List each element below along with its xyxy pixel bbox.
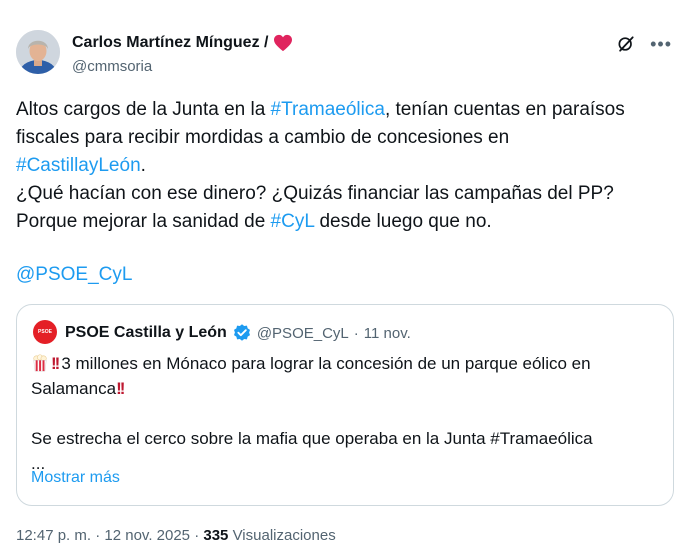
quoted-line-1: !! 3 millones en Mónaco para lograr la co… xyxy=(31,351,661,376)
author-name[interactable]: Carlos Martínez Mínguez / xyxy=(72,34,293,52)
quoted-ellipsis: ... xyxy=(31,454,46,473)
quoted-date[interactable]: 11 nov. xyxy=(364,325,411,342)
quoted-text: Salamanca xyxy=(31,379,117,398)
hashtag-castillayleon[interactable]: #CastillayLeón xyxy=(16,155,141,176)
tweet-text: Altos cargos de la Junta en la xyxy=(16,99,271,120)
tweet-line-2: fiscales para recibir mordidas a cambio … xyxy=(16,127,510,148)
meta-separator: · xyxy=(91,527,105,544)
quoted-separator: · xyxy=(353,324,359,342)
quoted-text: 3 millones en Mónaco para lograr la conc… xyxy=(61,354,591,373)
tweet-line-3: #CastillayLeón. xyxy=(16,152,676,180)
tweet-top-actions: ••• xyxy=(616,34,672,54)
quoted-handle[interactable]: @PSOE_CyL xyxy=(257,325,349,342)
more-icon[interactable]: ••• xyxy=(650,34,672,54)
hashtag-tramaeolica[interactable]: #Tramaeólica xyxy=(271,99,385,120)
quoted-avatar[interactable]: PSOE xyxy=(33,320,57,344)
quoted-tweet[interactable]: PSOE PSOE Castilla y León @PSOE_CyL · 11… xyxy=(16,304,674,506)
double-exclamation-icon: !! xyxy=(116,379,125,398)
red-heart-icon xyxy=(274,34,293,52)
show-more-link[interactable]: Mostrar más xyxy=(31,469,120,487)
author-avatar-image xyxy=(16,30,60,74)
meta-separator: · xyxy=(190,527,204,544)
tweet-date[interactable]: 12 nov. 2025 xyxy=(104,527,190,544)
tweet-meta: 12:47 p. m. · 12 nov. 2025 · 335 Visuali… xyxy=(16,527,336,544)
quoted-line-2: Salamanca!! xyxy=(31,376,661,401)
verified-badge-icon xyxy=(233,324,250,341)
tweet-text: . xyxy=(140,155,146,176)
double-exclamation-icon: !! xyxy=(51,354,60,373)
tweet-line-1: Altos cargos de la Junta en la #Tramaeól… xyxy=(16,96,676,124)
tweet-body: Altos cargos de la Junta en la #Tramaeól… xyxy=(16,96,676,236)
author-handle[interactable]: @cmmsoria xyxy=(72,58,152,75)
tweet-text: Porque mejorar la sanidad de xyxy=(16,211,271,232)
grok-icon[interactable] xyxy=(616,34,636,54)
views-label: Visualizaciones xyxy=(228,527,336,544)
author-name-text[interactable]: Carlos Martínez Mínguez / xyxy=(72,34,268,52)
quoted-line-blank xyxy=(31,401,661,426)
tweet-line-4: ¿Qué hacían con ese dinero? ¿Quizás fina… xyxy=(16,183,614,204)
tweet-time[interactable]: 12:47 p. m. xyxy=(16,527,91,544)
quoted-avatar-text: PSOE xyxy=(38,328,52,335)
hashtag-cyl[interactable]: #CyL xyxy=(271,211,315,232)
quoted-line-3: Se estrecha el cerco sobre la mafia que … xyxy=(31,429,593,448)
tweet-text: , tenían cuentas en paraísos xyxy=(384,99,625,120)
tweet-line-5: Porque mejorar la sanidad de #CyL desde … xyxy=(16,208,676,236)
author-avatar[interactable] xyxy=(16,30,60,74)
quoted-body: !! 3 millones en Mónaco para lograr la co… xyxy=(31,351,661,476)
quoted-author-name[interactable]: PSOE Castilla y León xyxy=(65,324,227,342)
tweet[interactable]: Carlos Martínez Mínguez / @cmmsoria ••• … xyxy=(0,0,690,559)
popcorn-icon xyxy=(33,354,47,372)
quoted-header: PSOE Castilla y León @PSOE_CyL · 11 nov. xyxy=(65,323,411,343)
views-count: 335 xyxy=(203,527,229,544)
tweet-text: desde luego que no. xyxy=(314,211,492,232)
mention-psoe-cyl[interactable]: @PSOE_CyL xyxy=(16,264,132,286)
